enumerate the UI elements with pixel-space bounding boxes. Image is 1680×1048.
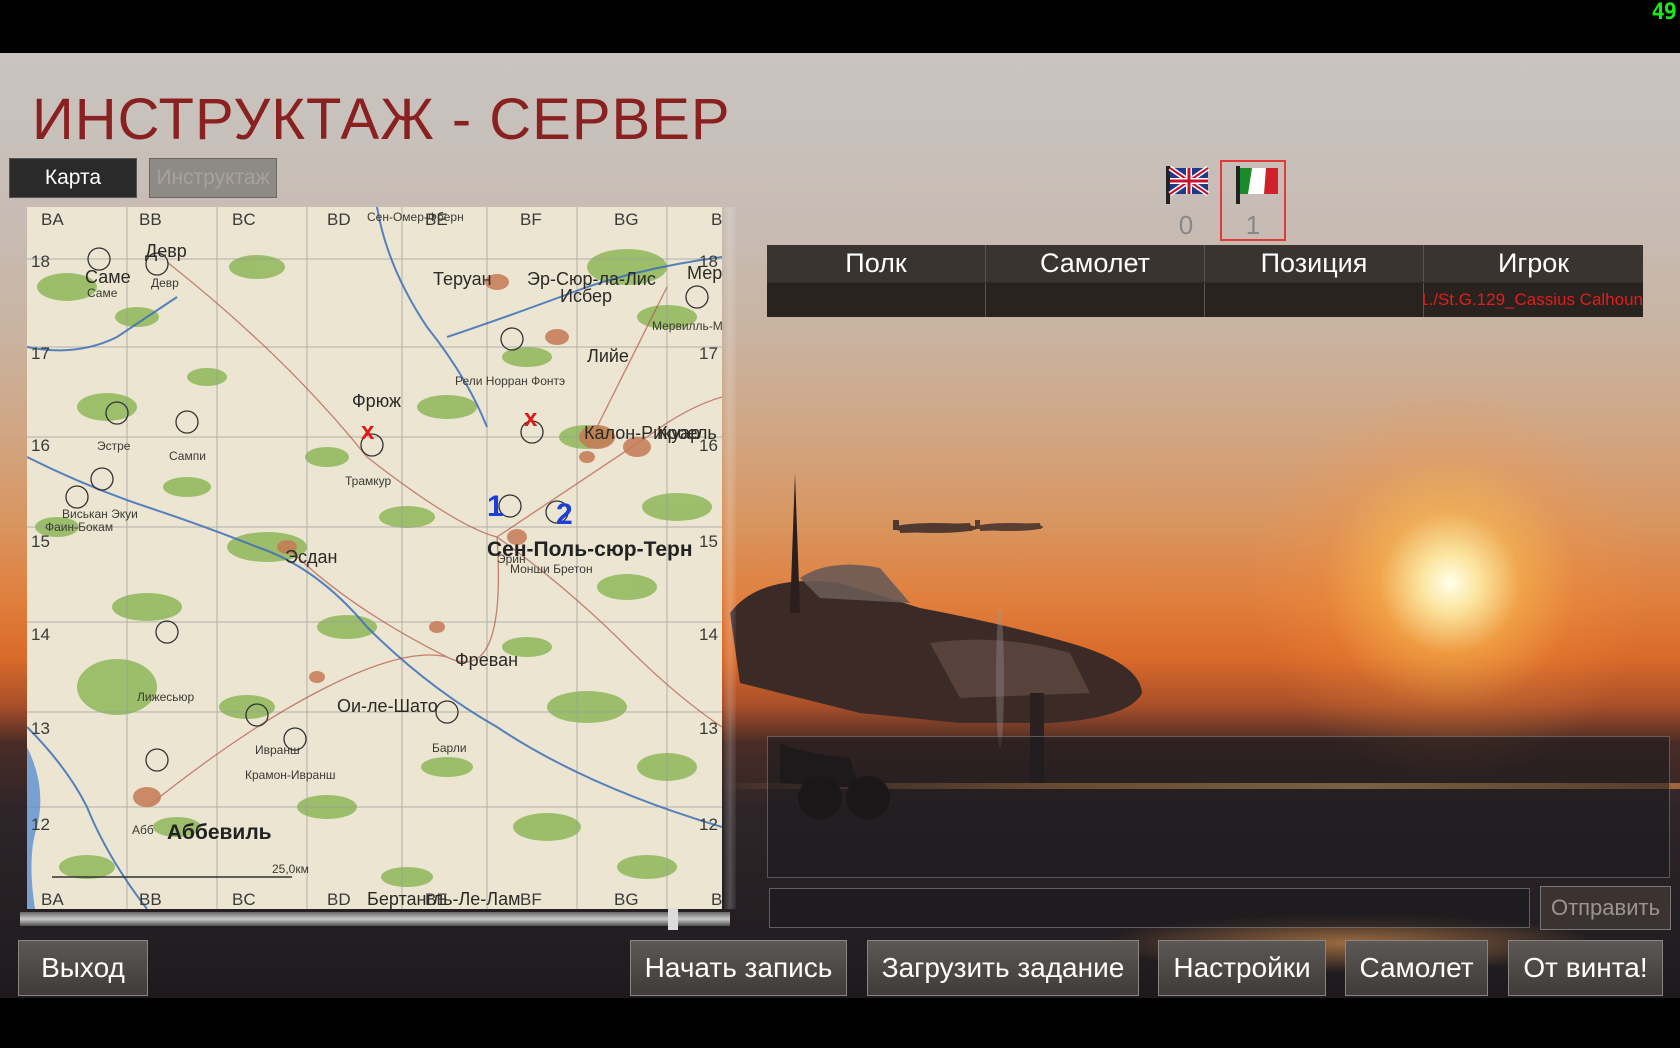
grid-row-left: 14 [31,625,50,644]
exit-button[interactable]: Выход [18,940,148,996]
town-label: Саме [85,267,131,287]
map-horizontal-scrollbar[interactable] [20,912,730,926]
grid-col-top: BB [139,210,162,229]
grid-col-top: BF [520,210,542,229]
distant-plane-1-icon [893,520,977,533]
town-label: Исбер [560,286,612,306]
town-label: Трамкур [345,474,392,488]
town-label: Фреван [455,650,518,670]
town-label: Эстре [97,439,131,453]
grid-col-bottom: B [711,890,722,909]
send-button[interactable]: Отправить [1540,886,1671,930]
mission-map[interactable]: BA BB BC BD BE BF BG B BA BB BC BD BE BF… [27,207,722,909]
uk-player-count: 0 [1178,210,1194,240]
town-label: Фрюж [352,391,401,411]
col-header-player[interactable]: Игрок [1424,245,1643,282]
town-label: Кроель [657,423,717,443]
waypoint-2-marker[interactable]: 2 [556,498,573,531]
town-label: Аббевиль [167,821,272,844]
grid-row-right: 17 [699,344,718,363]
map-vertical-scrollbar[interactable] [724,207,736,909]
col-header-position[interactable]: Позиция [1205,245,1424,282]
town-label: Ои-ле-Шато [337,696,438,716]
col-header-aircraft[interactable]: Самолет [986,245,1205,282]
uk-flag-icon [1166,165,1210,204]
grid-row-left: 16 [31,436,50,455]
grid-col-bottom: BF [520,890,542,909]
waypoint-1-marker[interactable]: 1 [487,490,504,523]
target-marker[interactable]: x [524,405,538,432]
chat-input[interactable] [769,888,1530,928]
grid-col-top: BG [614,210,639,229]
town-label: Эрин [497,552,526,566]
target-marker[interactable]: x [361,418,375,445]
town-label: Девр [145,241,187,261]
tab-briefing[interactable]: Инструктаж [149,158,277,198]
tab-map[interactable]: Карта [9,158,137,198]
town-label: Сен-Омер-Фберн [367,210,464,224]
grid-col-top: BA [41,210,64,229]
town-label: Барли [432,741,467,755]
fly-button[interactable]: От винта! [1508,940,1663,996]
town-label: Крамон-Ивранш [245,768,336,782]
page-title: ИНСТРУКТАЖ - СЕРВЕР [32,87,731,152]
grid-row-left: 15 [31,532,50,551]
grid-col-bottom: BD [327,890,351,909]
town-label: Мер [687,263,722,283]
axis-flag-group[interactable]: 1 [1220,160,1286,241]
grid-row-right: 14 [699,625,718,644]
top-black-bar: 49 [0,0,1680,53]
load-mission-button[interactable]: Загрузить задание [867,940,1139,996]
town-label: Эсдан [285,547,337,567]
distant-plane-2-icon [975,520,1043,531]
col-header-regiment[interactable]: Полк [767,245,986,282]
map-scroll-thumb[interactable] [668,908,678,930]
axis-player-count: 1 [1245,210,1261,240]
grid-row-left: 18 [31,252,50,271]
town-label: Абб [132,823,154,837]
table-cell-player[interactable]: 1./St.G.129_Cassius Calhoun [1424,283,1643,317]
grid-col-top: B [711,210,722,229]
grid-row-left: 17 [31,344,50,363]
grid-row-right: 13 [699,719,718,738]
fps-counter: 49 [1651,0,1677,25]
start-recording-button[interactable]: Начать запись [630,940,847,996]
uk-flag-group[interactable]: 0 [1160,162,1212,242]
coalition-flags: 0 1 [1160,160,1290,242]
grid-row-right: 15 [699,532,718,551]
table-cell[interactable] [767,283,986,317]
aircraft-button[interactable]: Самолет [1345,940,1488,996]
grid-col-bottom: BG [614,890,639,909]
town-label: Лийе [587,346,629,366]
grid-col-bottom: BC [232,890,256,909]
table-cell[interactable] [986,283,1205,317]
town-label: Рели Норран Фонтэ [455,374,565,388]
grid-col-top: BC [232,210,256,229]
town-label: Лижесьюр [137,690,195,704]
town-label: Сампи [169,449,206,463]
town-label: Ивранш [255,743,300,757]
town-label: Мервилль-Мер [652,319,722,333]
town-label: Саме [87,286,118,300]
town-label: Виськан Экуи [62,507,138,521]
grid-row-right: 12 [699,815,718,834]
bottom-black-bar [0,998,1680,1048]
grid-col-bottom: BA [41,890,64,909]
grid-row-left: 12 [31,815,50,834]
grid-col-bottom: BB [139,890,162,909]
settings-button[interactable]: Настройки [1158,940,1326,996]
town-label: Бертангль-Ле-Лам [367,889,521,909]
grid-row-left: 13 [31,719,50,738]
player-table: Полк Самолет Позиция Игрок 1./St.G.129_C… [767,245,1643,317]
town-label: Фаин-Бокам [45,520,113,534]
town-label: Девр [151,276,179,290]
town-label: Теруан [433,269,492,289]
grid-col-top: BD [327,210,351,229]
chat-log[interactable] [767,736,1670,878]
axis-flag-icon [1235,166,1278,204]
map-scale-label: 25,0км [272,862,309,876]
table-cell[interactable] [1205,283,1424,317]
